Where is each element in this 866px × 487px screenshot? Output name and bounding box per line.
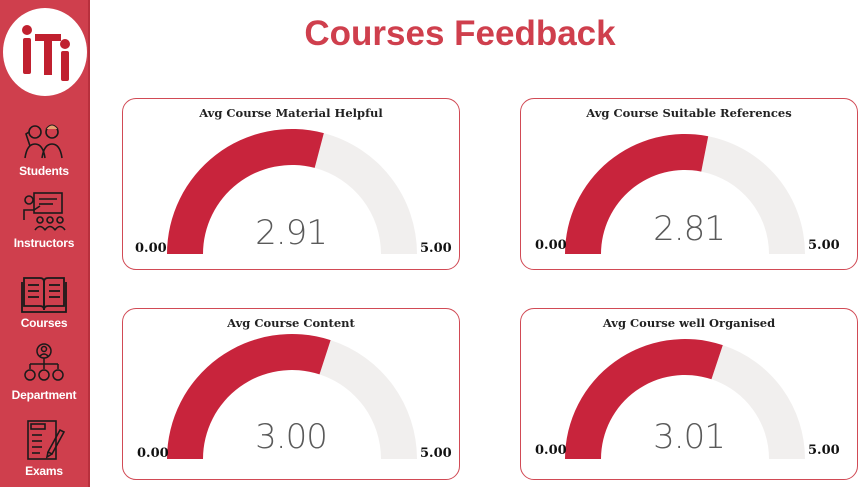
exams-icon (27, 420, 66, 460)
nav-label: Students (19, 164, 69, 178)
gauge-value: 2.81 (653, 209, 726, 249)
nav-label: Courses (20, 316, 68, 330)
page-title: Courses Feedback (304, 14, 616, 53)
gauge-min-label: 0.00 (137, 446, 169, 461)
nav-department[interactable]: Department (0, 342, 88, 402)
gauge-max-label: 5.00 (808, 238, 840, 253)
nav-label: Instructors (13, 236, 75, 250)
students-icon (24, 124, 63, 159)
nav-label: Exams (25, 464, 63, 478)
gauge-card[interactable]: Avg Course Content 3.00 0.00 5.00 (122, 308, 460, 480)
gauge-min-label: 0.00 (535, 238, 567, 253)
gauge-min-label: 0.00 (535, 443, 567, 458)
gauge-max-label: 5.00 (420, 446, 452, 461)
nav-label: Department (11, 388, 77, 402)
gauge-value: 3.01 (653, 417, 726, 457)
iti-logo-icon (22, 25, 70, 81)
sidebar: Students Instructors Courses Department … (0, 0, 90, 487)
nav-instructors[interactable]: Instructors (0, 190, 88, 250)
gauge-card[interactable]: Avg Course Suitable References 2.81 0.00… (520, 98, 858, 270)
nav-exams[interactable]: Exams (0, 418, 88, 478)
logo[interactable] (3, 8, 87, 96)
gauge-value: 2.91 (255, 213, 328, 253)
instructors-icon (23, 192, 66, 231)
gauge-max-label: 5.00 (808, 443, 840, 458)
gauge-card[interactable]: Avg Course well Organised 3.01 0.00 5.00 (520, 308, 858, 480)
courses-icon (21, 277, 67, 313)
gauge-card[interactable]: Avg Course Material Helpful 2.91 0.00 5.… (122, 98, 460, 270)
department-icon (24, 343, 64, 381)
gauge-value: 3.00 (255, 417, 328, 457)
gauge-min-label: 0.00 (135, 241, 167, 256)
nav-students[interactable]: Students (0, 118, 88, 178)
nav-courses[interactable]: Courses (0, 270, 88, 330)
gauge-max-label: 5.00 (420, 241, 452, 256)
